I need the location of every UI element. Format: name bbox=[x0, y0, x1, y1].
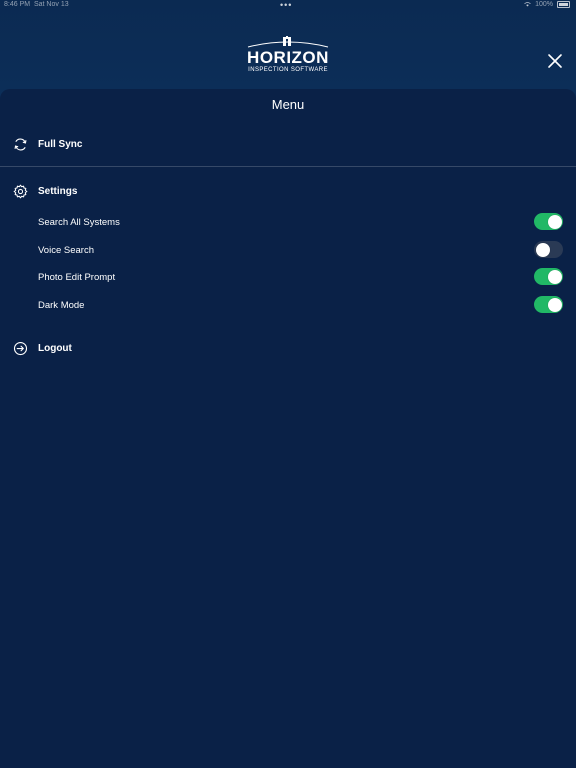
logo-mark-icon bbox=[247, 36, 329, 48]
settings-header: Settings bbox=[0, 178, 576, 204]
setting-row-dark-mode: Dark Mode bbox=[0, 292, 576, 318]
logout-label: Logout bbox=[38, 342, 72, 354]
setting-row-search-all-systems: Search All Systems bbox=[0, 209, 576, 235]
battery-icon bbox=[557, 1, 570, 8]
gear-icon bbox=[13, 184, 28, 198]
toggle-knob bbox=[547, 269, 562, 284]
battery-level bbox=[559, 3, 568, 6]
wifi-icon bbox=[524, 2, 531, 7]
menu-divider bbox=[0, 166, 576, 167]
dark-mode-toggle[interactable] bbox=[534, 296, 563, 313]
search-all-systems-toggle[interactable] bbox=[534, 213, 563, 230]
full-sync-item[interactable]: Full Sync bbox=[0, 131, 576, 157]
setting-label: Voice Search bbox=[38, 244, 94, 256]
multitasking-dots-icon[interactable]: ••• bbox=[280, 1, 292, 10]
logout-icon bbox=[13, 341, 28, 355]
setting-label: Dark Mode bbox=[38, 299, 85, 311]
toggle-knob bbox=[547, 297, 562, 312]
horizon-logo: HORIZON INSPECTION SOFTWARE bbox=[240, 36, 336, 80]
logout-item[interactable]: Logout bbox=[0, 335, 576, 361]
setting-label: Search All Systems bbox=[38, 216, 120, 228]
toggle-knob bbox=[547, 214, 562, 229]
voice-search-toggle[interactable] bbox=[534, 241, 563, 258]
status-right: 100% bbox=[524, 1, 570, 8]
status-bar: 8:46 PM Sat Nov 13 ••• 100% bbox=[0, 0, 576, 12]
close-icon bbox=[548, 54, 562, 68]
screen: 8:46 PM Sat Nov 13 ••• 100% HORIZON INSP… bbox=[0, 0, 576, 768]
logo-wordmark: HORIZON bbox=[247, 48, 329, 67]
setting-row-voice-search: Voice Search bbox=[0, 237, 576, 263]
status-time: 8:46 PM Sat Nov 13 bbox=[4, 1, 69, 8]
battery-percent: 100% bbox=[535, 1, 553, 8]
photo-edit-prompt-toggle[interactable] bbox=[534, 268, 563, 285]
full-sync-label: Full Sync bbox=[38, 138, 83, 150]
settings-label: Settings bbox=[38, 185, 78, 197]
setting-label: Photo Edit Prompt bbox=[38, 271, 116, 283]
close-button[interactable] bbox=[545, 51, 565, 71]
menu-sheet: Menu Full Sync Settings Search All Syste… bbox=[0, 89, 576, 768]
toggle-knob bbox=[535, 242, 550, 257]
logo-tagline: INSPECTION SOFTWARE bbox=[248, 67, 328, 73]
setting-row-photo-edit-prompt: Photo Edit Prompt bbox=[0, 264, 576, 290]
sync-icon bbox=[14, 138, 27, 150]
menu-title: Menu bbox=[271, 97, 305, 112]
